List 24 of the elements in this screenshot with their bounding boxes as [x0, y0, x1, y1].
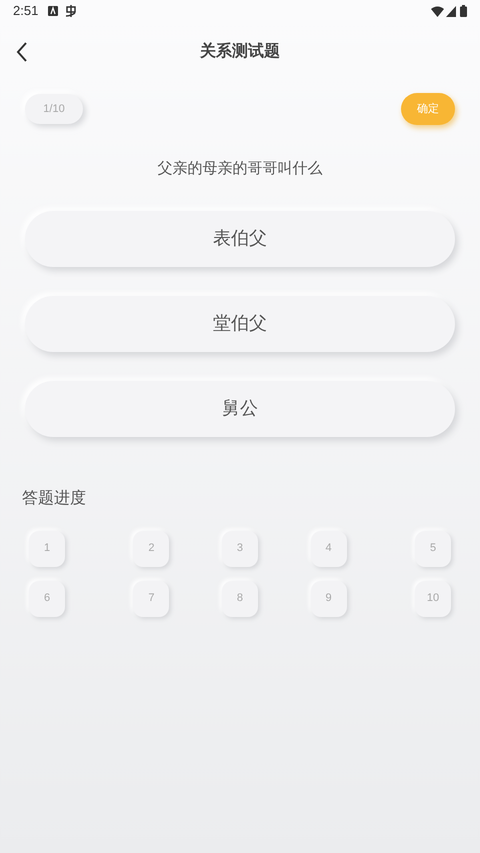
answer-option[interactable]: 舅公 — [25, 380, 455, 436]
question-number[interactable]: 9 — [310, 580, 347, 616]
question-text: 父亲的母亲的哥哥叫什么 — [156, 159, 324, 179]
question-number[interactable]: 6 — [29, 580, 65, 616]
question-number[interactable]: 2 — [133, 530, 170, 566]
question-number[interactable]: 7 — [133, 580, 170, 616]
notification-icon — [48, 6, 58, 16]
question-number[interactable]: 5 — [415, 530, 451, 566]
question-number[interactable]: 10 — [415, 580, 451, 616]
answer-option[interactable]: 堂伯父 — [25, 296, 455, 352]
signal-icon — [446, 6, 456, 16]
answer-option[interactable]: 表伯父 — [25, 210, 455, 266]
status-time: 2:51 — [13, 2, 38, 20]
section-title: 答题进度 — [21, 488, 87, 508]
confirm-button[interactable]: 确定 — [401, 93, 455, 125]
question-counter: 1/10 — [25, 94, 83, 124]
question-number[interactable]: 8 — [222, 580, 258, 616]
battery-icon — [460, 5, 467, 17]
question-number[interactable]: 1 — [29, 530, 65, 566]
app-notification-icon — [64, 4, 78, 18]
page-title: 关系测试题 — [200, 41, 280, 62]
wifi-icon — [431, 6, 444, 16]
question-number[interactable]: 3 — [222, 530, 258, 566]
question-number[interactable]: 4 — [310, 530, 347, 566]
